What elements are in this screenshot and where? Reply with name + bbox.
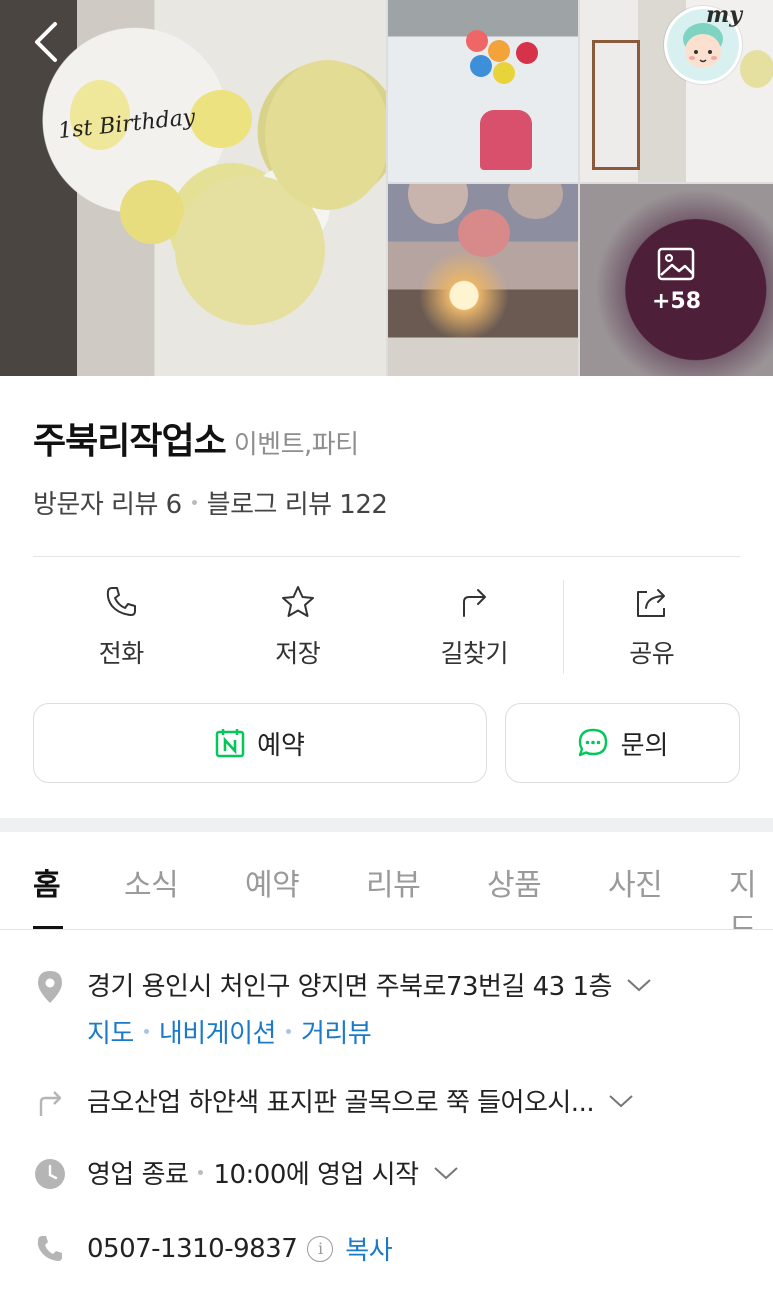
active-tab-indicator (33, 926, 63, 929)
place-name: 주북리작업소 (33, 421, 227, 462)
photo-gallery: 1st Birthday +58 my (0, 0, 773, 376)
my-label: my (706, 2, 743, 28)
balloon-decoration (516, 42, 538, 64)
naver-booking-icon (215, 729, 245, 758)
separator-dot (198, 1170, 204, 1175)
inquiry-button[interactable]: 문의 (505, 703, 740, 783)
phone-number[interactable]: 0507-1310-9837 (87, 1234, 298, 1264)
address-text: 경기 용인시 처인구 양지면 주북로73번길 43 1층 (87, 972, 612, 1002)
visitor-reviews-link[interactable]: 방문자 리뷰 6 (33, 484, 182, 521)
directions-row: 금오산업 하얀색 표지판 골목으로 쭉 들어오시... (33, 1082, 634, 1119)
directions-text: 금오산업 하얀색 표지판 골목으로 쭉 들어오시... (87, 1088, 595, 1118)
photo-sunset[interactable] (388, 184, 578, 376)
tab-map[interactable]: 지도 (729, 860, 773, 929)
separator-dot (191, 500, 197, 505)
separator-dot (285, 1029, 291, 1034)
balloon-decoration (488, 40, 510, 62)
section-gap (0, 818, 773, 832)
clock-icon-wrap (33, 1154, 67, 1190)
tab-products[interactable]: 상품 (487, 860, 542, 904)
address-row: 경기 용인시 처인구 양지면 주북로73번길 43 1층 지도 내비게이션 거리… (33, 966, 652, 1050)
copy-button[interactable]: 복사 (345, 1230, 392, 1267)
hours-next-open: 10:00에 영업 시작 (213, 1160, 419, 1190)
route-icon-wrap (33, 1082, 67, 1118)
tab-news[interactable]: 소식 (124, 860, 179, 904)
reserve-label: 예약 (257, 730, 305, 761)
address-links: 지도 내비게이션 거리뷰 (87, 1013, 652, 1050)
tab-reservation[interactable]: 예약 (245, 860, 300, 904)
info-icon[interactable]: i (307, 1235, 334, 1262)
hours-status: 영업 종료 (87, 1160, 189, 1190)
save-label: 저장 (275, 639, 321, 668)
chevron-down-icon[interactable] (608, 1093, 634, 1109)
balloon-decoration (466, 30, 488, 52)
street-view-link[interactable]: 거리뷰 (301, 1013, 372, 1050)
save-button[interactable]: 저장 (210, 580, 387, 678)
route-arrow-icon (39, 1091, 62, 1116)
balloon-decoration (190, 90, 252, 148)
balloon-decoration (408, 184, 468, 224)
action-bar: 전화 저장 길찾기 공유 (33, 580, 740, 678)
phone-row: 0507-1310-9837 i 복사 (33, 1230, 393, 1267)
directions-button[interactable]: 길찾기 (386, 580, 563, 678)
chat-icon (578, 728, 607, 757)
navigation-link[interactable]: 내비게이션 (159, 1013, 277, 1050)
back-button[interactable] (24, 16, 68, 68)
clock-icon (35, 1159, 65, 1189)
phone-icon (107, 587, 137, 616)
shelf-decoration (592, 40, 640, 170)
more-photos-overlay[interactable]: +58 (580, 184, 773, 376)
directions-icon (463, 589, 487, 617)
location-icon-wrap (33, 966, 67, 1004)
hours-row: 영업 종료 10:00에 영업 시작 (33, 1154, 459, 1191)
chevron-down-icon[interactable] (626, 977, 652, 993)
location-pin-icon (38, 971, 62, 1003)
phone-text-row: 0507-1310-9837 i 복사 (87, 1230, 393, 1267)
back-arrow-icon (35, 22, 57, 62)
person-figure (480, 110, 532, 170)
map-link[interactable]: 지도 (87, 1013, 134, 1050)
photo-snow[interactable] (388, 0, 578, 182)
reserve-button[interactable]: 예약 (33, 703, 487, 783)
blog-reviews-link[interactable]: 블로그 리뷰 122 (207, 484, 388, 521)
balloon-decoration (120, 180, 184, 244)
balloon-decoration (470, 55, 492, 77)
more-photos-count: +58 (651, 288, 702, 314)
chevron-down-icon[interactable] (433, 1165, 459, 1181)
reviews-row: 방문자 리뷰 6 블로그 리뷰 122 (33, 484, 388, 521)
photo-more[interactable]: +58 (580, 184, 773, 376)
image-icon (657, 247, 694, 280)
tab-home[interactable]: 홈 (33, 860, 61, 904)
tab-photos[interactable]: 사진 (608, 860, 663, 904)
title-row: 주북리작업소 이벤트,파티 (33, 412, 359, 464)
divider (33, 556, 740, 557)
cta-row: 예약 문의 (33, 703, 740, 783)
phone-solid-icon (37, 1236, 62, 1261)
address-text-row[interactable]: 경기 용인시 처인구 양지면 주북로73번길 43 1층 (87, 966, 652, 1003)
tab-bar: 홈 소식 예약 리뷰 상품 사진 지도 (0, 832, 773, 930)
balloon-decoration (458, 209, 510, 257)
separator-dot (143, 1029, 149, 1034)
share-icon (636, 589, 665, 617)
star-icon (281, 586, 314, 617)
call-button[interactable]: 전화 (33, 580, 210, 678)
balloon-decoration (493, 62, 515, 84)
inquiry-label: 문의 (620, 730, 669, 761)
place-category: 이벤트,파티 (233, 430, 359, 460)
share-button[interactable]: 공유 (564, 580, 741, 678)
directions-label: 길찾기 (440, 639, 508, 668)
hours-text-row[interactable]: 영업 종료 10:00에 영업 시작 (87, 1154, 459, 1191)
balloon-decoration (508, 184, 563, 219)
tab-reviews[interactable]: 리뷰 (366, 860, 421, 904)
balloon-decoration (265, 60, 386, 210)
phone-icon-wrap (33, 1230, 67, 1264)
balloon-decoration (740, 50, 773, 88)
directions-text-row[interactable]: 금오산업 하얀색 표지판 골목으로 쭉 들어오시... (87, 1082, 634, 1119)
call-label: 전화 (98, 639, 145, 668)
share-label: 공유 (629, 639, 675, 668)
